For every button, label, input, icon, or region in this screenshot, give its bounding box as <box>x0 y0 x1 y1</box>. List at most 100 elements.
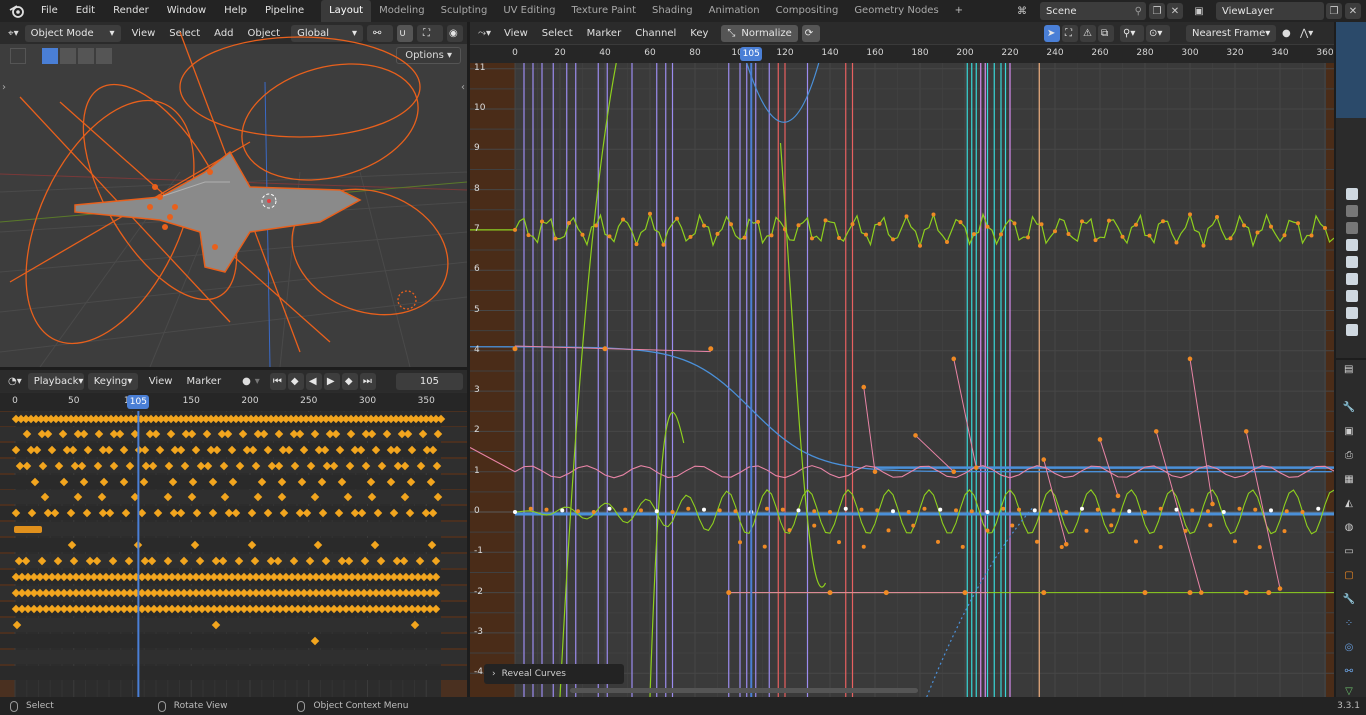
camera-icon[interactable] <box>1346 324 1358 336</box>
graph-ruler[interactable]: 0204060801001201401601802002202402602803… <box>470 45 1334 63</box>
tab-layout[interactable]: Layout <box>321 0 372 22</box>
graph-menu-channel[interactable]: Channel <box>628 28 683 39</box>
tool-settings-icon[interactable]: 🔧 <box>1342 400 1356 414</box>
camera-icon[interactable] <box>1346 222 1358 234</box>
output-properties-icon[interactable]: ⎙ <box>1342 448 1356 462</box>
y-axis-tick-label: -2 <box>474 586 483 597</box>
view-layer-selector[interactable]: ViewLayer <box>1216 2 1324 20</box>
menu-help[interactable]: Help <box>215 0 256 22</box>
record-icon[interactable]: ● <box>242 376 251 387</box>
current-frame-indicator[interactable]: 105 <box>740 47 763 61</box>
reveal-curves-panel[interactable]: › Reveal Curves <box>484 664 624 684</box>
camera-icon[interactable] <box>1346 239 1358 251</box>
jump-end-icon[interactable]: ⏭ <box>359 372 376 390</box>
timeline-menu-view[interactable]: View <box>142 376 180 387</box>
new-view-layer-icon[interactable]: ❐ <box>1326 3 1342 19</box>
curve-keyframe <box>810 236 814 241</box>
camera-icon[interactable] <box>1346 307 1358 319</box>
keying-dropdown[interactable]: Keying ▾ <box>87 372 138 390</box>
timeline-editor-icon[interactable]: ◔▾ <box>8 376 22 387</box>
delete-scene-icon[interactable]: ✕ <box>1167 3 1183 19</box>
tab-texture-paint[interactable]: Texture Paint <box>563 0 644 22</box>
curve-keyframe <box>985 510 990 514</box>
collection-properties-icon[interactable]: ▭ <box>1342 544 1356 558</box>
object-properties-icon[interactable]: ▢ <box>1342 568 1356 582</box>
normalize-toggle[interactable]: ⤡ Normalize <box>721 24 798 42</box>
graph-editor-icon[interactable]: ⤳▾ <box>478 28 491 39</box>
menu-render[interactable]: Render <box>104 0 158 22</box>
toolbar-expand-icon[interactable]: › <box>2 82 6 93</box>
proportional-icon[interactable]: ● <box>1282 28 1291 39</box>
view-all-icon[interactable]: ⛶ <box>1062 24 1078 42</box>
add-workspace-button[interactable]: + <box>947 0 971 22</box>
y-axis-tick-label: 2 <box>474 425 480 436</box>
delete-view-layer-icon[interactable]: ✕ <box>1345 3 1361 19</box>
graph-menu-key[interactable]: Key <box>683 28 715 39</box>
view-layer-icon[interactable]: ▣ <box>1191 3 1207 19</box>
tab-uv-editing[interactable]: UV Editing <box>495 0 563 22</box>
view-selected-icon[interactable]: ⧉ <box>1098 24 1114 42</box>
properties-editor-icon[interactable]: ▤ <box>1344 364 1353 375</box>
menu-pipeline[interactable]: Pipeline <box>256 0 313 22</box>
camera-icon[interactable] <box>1346 188 1358 200</box>
auto-normalize-icon[interactable]: ⟳ <box>801 24 820 42</box>
play-reverse-icon[interactable]: ◀ <box>305 372 322 390</box>
play-icon[interactable]: ▶ <box>323 372 340 390</box>
tab-animation[interactable]: Animation <box>701 0 768 22</box>
physics-properties-icon[interactable]: ◎ <box>1342 640 1356 654</box>
timeline-editor[interactable]: ◔▾ Playback ▾ Keying ▾ View Marker ● ▾ ⏮ ◆… <box>0 370 467 697</box>
curve-keyframe <box>670 510 675 514</box>
blender-logo-icon[interactable] <box>8 2 26 20</box>
horizontal-scrollbar[interactable] <box>570 688 918 693</box>
scene-selector[interactable]: Scene ⚲ <box>1040 2 1146 20</box>
graph-editor[interactable]: ⤳▾ View Select Marker Channel Key ⤡ Norma… <box>470 22 1334 697</box>
tab-shading[interactable]: Shading <box>644 0 701 22</box>
particles-properties-icon[interactable]: ⁘ <box>1342 616 1356 630</box>
filter-icon[interactable]: ⚲▾ <box>1120 24 1144 42</box>
new-scene-icon[interactable]: ❐ <box>1149 3 1165 19</box>
timeline-ruler[interactable]: 050100150200250300350105 <box>0 393 467 411</box>
falloff-icon[interactable]: ⋀▾ <box>1300 28 1313 39</box>
tab-geometry-nodes[interactable]: Geometry Nodes <box>846 0 946 22</box>
tab-modeling[interactable]: Modeling <box>371 0 433 22</box>
modifier-properties-icon[interactable]: 🔧 <box>1342 592 1356 606</box>
menu-file[interactable]: File <box>32 0 67 22</box>
prev-key-icon[interactable]: ◆ <box>287 372 304 390</box>
cursor-tool-icon[interactable]: ➤ <box>1044 24 1060 42</box>
snap-mode-dropdown[interactable]: Nearest Frame ▾ <box>1186 24 1276 42</box>
view-layer-properties-icon[interactable]: ▦ <box>1342 472 1356 486</box>
graph-menu-view[interactable]: View <box>497 28 535 39</box>
camera-icon[interactable] <box>1346 273 1358 285</box>
warning-icon[interactable]: ⚠ <box>1080 24 1096 42</box>
menu-window[interactable]: Window <box>158 0 215 22</box>
timeline-menu-marker[interactable]: Marker <box>179 376 228 387</box>
3d-viewport[interactable]: ⌖▾ Object Mode ▾ View Select Add Object G… <box>0 22 467 367</box>
playback-dropdown[interactable]: Playback ▾ <box>27 372 84 390</box>
data-properties-icon[interactable]: ▽ <box>1342 684 1356 697</box>
keying-chevron-icon[interactable]: ▾ <box>255 376 260 387</box>
current-frame-indicator[interactable]: 105 <box>127 395 150 409</box>
camera-icon[interactable] <box>1346 205 1358 217</box>
tab-sculpting[interactable]: Sculpting <box>433 0 496 22</box>
scene-icon[interactable]: ⌘ <box>1014 3 1030 19</box>
current-frame-field[interactable]: 105 <box>395 372 463 390</box>
pivot-point-icon[interactable]: ⊙▾ <box>1146 24 1170 42</box>
world-properties-icon[interactable]: ◍ <box>1342 520 1356 534</box>
jump-start-icon[interactable]: ⏮ <box>269 372 286 390</box>
camera-icon[interactable] <box>1346 256 1358 268</box>
graph-menu-marker[interactable]: Marker <box>580 28 629 39</box>
next-key-icon[interactable]: ◆ <box>341 372 358 390</box>
viewport-scene[interactable] <box>0 22 467 367</box>
timeline-keyframes[interactable] <box>0 411 467 697</box>
render-properties-icon[interactable]: ▣ <box>1342 424 1356 438</box>
constraints-properties-icon[interactable]: ⚯ <box>1342 664 1356 678</box>
tab-compositing[interactable]: Compositing <box>768 0 847 22</box>
pin-icon[interactable]: ⚲ <box>1135 6 1142 17</box>
graph-curves-view[interactable] <box>470 63 1334 697</box>
menu-edit[interactable]: Edit <box>67 0 104 22</box>
scene-properties-icon[interactable]: ◭ <box>1342 496 1356 510</box>
curve-keyframe <box>634 242 639 247</box>
sidebar-expand-icon[interactable]: ‹ <box>461 82 465 93</box>
camera-icon[interactable] <box>1346 290 1358 302</box>
graph-menu-select[interactable]: Select <box>535 28 580 39</box>
